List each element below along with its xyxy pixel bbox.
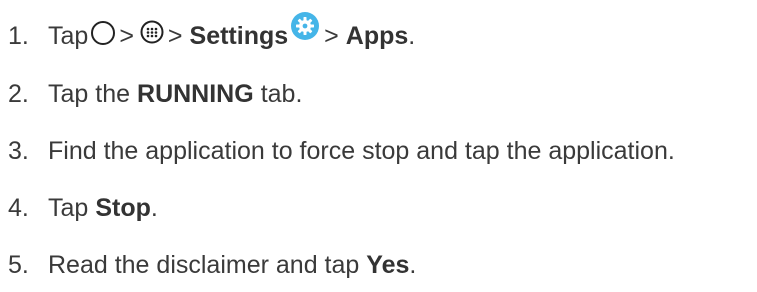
step-text: Find the application to force stop and t… [48,137,675,165]
yes-label: Yes [366,251,410,279]
settings-icon [291,12,320,40]
step-text-end: . [409,251,417,279]
step-number: 3. [8,137,29,165]
step-number: 4. [8,194,29,222]
step-number: 5. [8,251,29,279]
step-text: Tap the [48,80,131,108]
step-text: Read the disclaimer and tap [48,251,360,279]
step-text-end: tab. [260,80,303,108]
step-text-end: . [150,194,158,222]
step-3: 3. Find the application to force stop an… [8,134,675,168]
step-5: 5. Read the disclaimer and tap Yes . [8,248,416,282]
home-icon [91,21,116,45]
step-number: 1. [8,22,29,50]
running-tab-label: RUNNING [137,80,254,108]
separator: > [167,22,183,50]
step-text: Tap [48,22,89,50]
step-2: 2. Tap the RUNNING tab. [8,77,302,111]
step-text-end: . [408,22,416,50]
settings-label: Settings [189,22,289,50]
instruction-list: 1. Tap > > Settings > Apps . 2. Tap the … [0,0,757,292]
step-text: Tap [48,194,89,222]
step-1: 1. Tap > > Settings > Apps . [8,12,416,53]
step-4: 4. Tap Stop . [8,191,158,225]
apps-icon [140,20,164,44]
step-number: 2. [8,80,29,108]
apps-label: Apps [345,22,409,50]
separator: > [324,22,339,50]
stop-label: Stop [95,194,151,222]
separator: > [119,22,134,50]
